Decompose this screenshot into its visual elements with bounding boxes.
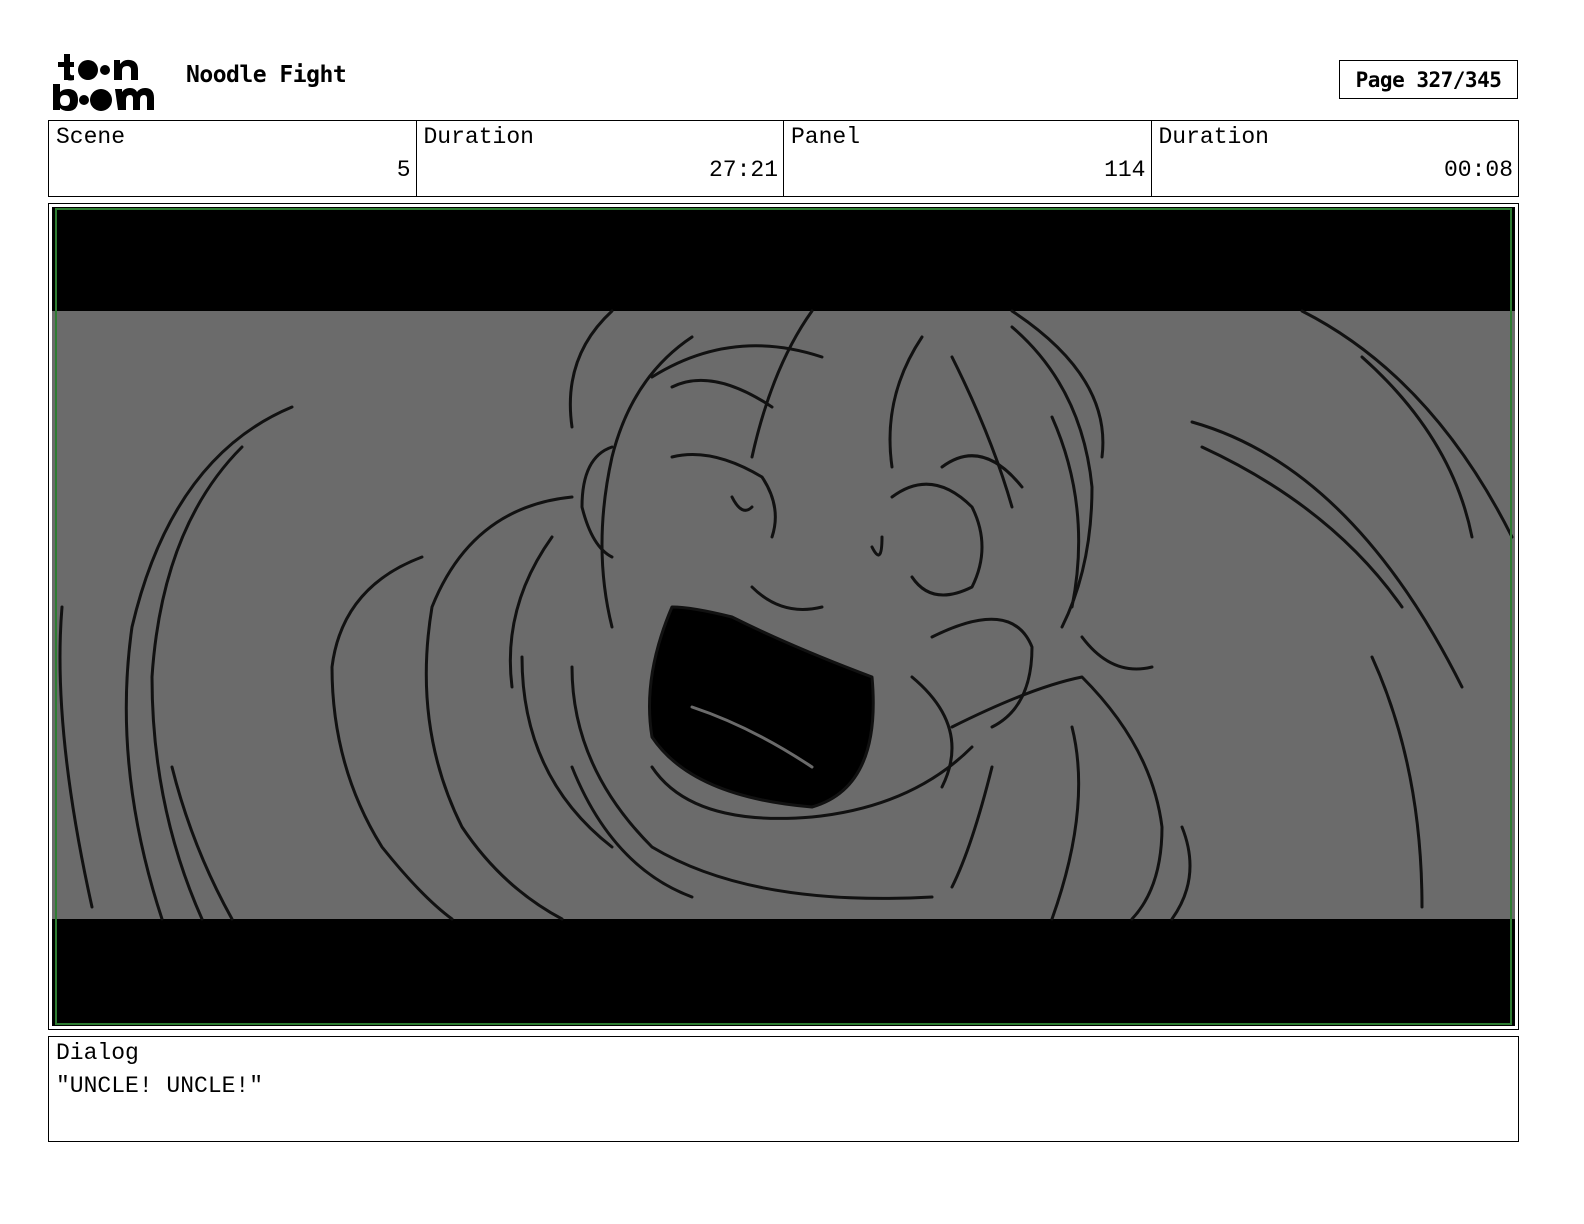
panel-info-row: Scene 5 Duration 27:21 Panel 114 Duratio… <box>48 120 1519 197</box>
scene-duration-label: Duration <box>423 124 534 150</box>
panel-value: 114 <box>1104 157 1146 183</box>
dialog-box: Dialog "UNCLE! UNCLE!" <box>48 1036 1519 1142</box>
panel-label: Panel <box>791 124 861 150</box>
dialog-text: "UNCLE! UNCLE!" <box>56 1073 264 1099</box>
panel-duration-value: 00:08 <box>1443 157 1513 183</box>
toon-boom-logo <box>52 52 164 112</box>
dialog-label: Dialog <box>56 1040 139 1066</box>
scene-value: 5 <box>396 157 411 183</box>
scene-cell: Scene 5 <box>49 121 417 196</box>
storyboard-sketch-icon <box>52 207 1515 1026</box>
project-title: Noodle Fight <box>186 62 347 88</box>
page-number: Page 327/345 <box>1339 60 1518 99</box>
panel-duration-label: Duration <box>1158 124 1269 150</box>
scene-duration-value: 27:21 <box>708 157 778 183</box>
panel-duration-cell: Duration 00:08 <box>1152 121 1519 196</box>
scene-label: Scene <box>56 124 126 150</box>
panel-cell: Panel 114 <box>784 121 1152 196</box>
scene-duration-cell: Duration 27:21 <box>417 121 784 196</box>
storyboard-panel-image <box>52 207 1515 1026</box>
toon-boom-logo-icon <box>53 54 154 111</box>
